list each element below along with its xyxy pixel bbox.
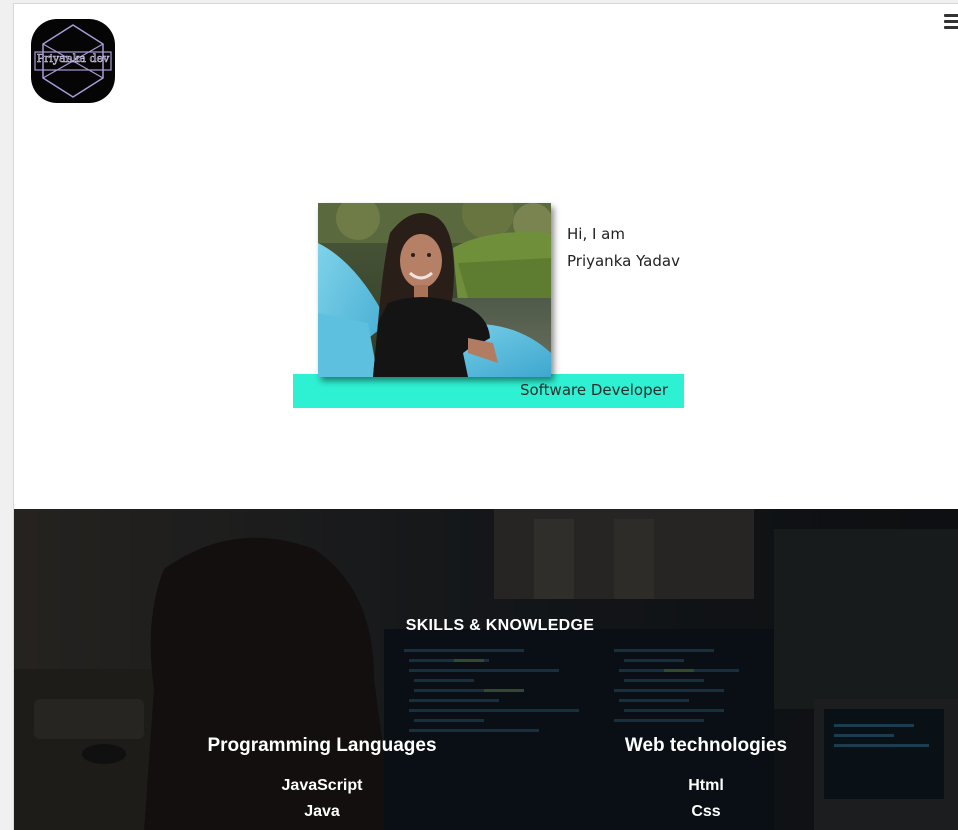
hero-name: Priyanka Yadav [567, 252, 680, 270]
skills-section: SKILLS & KNOWLEDGE Programming Languages… [14, 509, 958, 830]
skill-item: Java [304, 803, 340, 820]
skill-column-heading: Programming Languages [207, 735, 437, 756]
logo-text: Priyanka dev [36, 52, 110, 66]
role-banner: Software Developer [293, 374, 684, 408]
skills-title: SKILLS & KNOWLEDGE [405, 617, 595, 634]
skill-item: Html [688, 777, 724, 794]
greeting-text: Hi, I am [567, 225, 625, 243]
skill-column-web: Web technologies Html Css [556, 735, 856, 825]
skill-item: Css [691, 803, 721, 820]
profile-photo [318, 203, 551, 377]
hamburger-menu-icon[interactable] [944, 14, 958, 30]
skill-column-heading: Web technologies [624, 735, 788, 756]
role-text: Software Developer [519, 381, 668, 399]
portfolio-page: Priyanka dev Software Developer Hi, I am… [13, 3, 958, 830]
skill-item: JavaScript [281, 777, 363, 794]
skill-column-programming: Programming Languages JavaScript Java [172, 735, 472, 825]
site-logo[interactable]: Priyanka dev [31, 19, 115, 103]
